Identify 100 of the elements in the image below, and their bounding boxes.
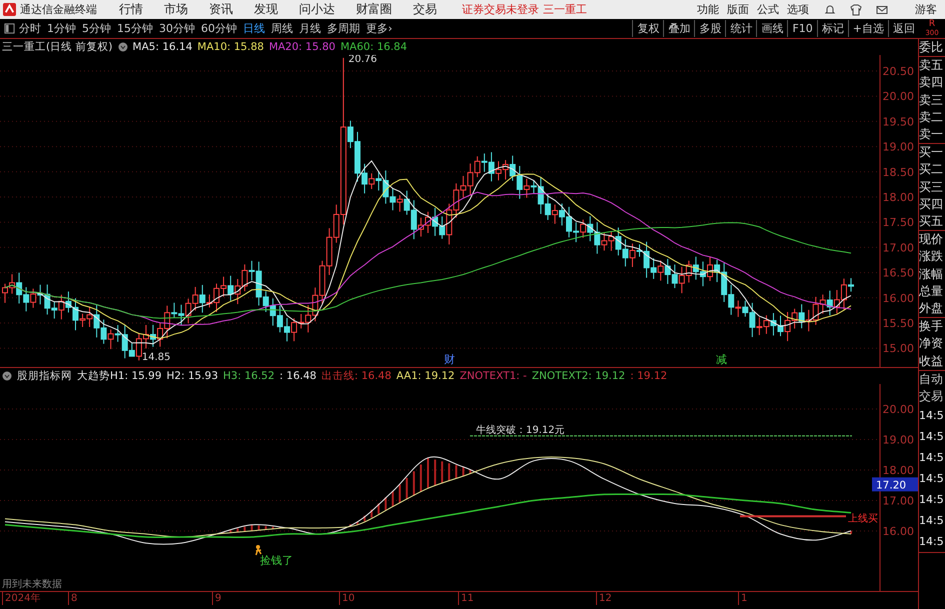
indicator-value: 大趋势H1: 15.99 <box>77 369 162 383</box>
value-tick: 16.00 <box>882 524 914 538</box>
trade-header: 自动 <box>919 370 944 388</box>
period-tab[interactable]: 日线 <box>243 21 265 36</box>
quote-field-label: 卖四 <box>919 74 944 92</box>
date-label: 9 <box>212 592 222 605</box>
date-label: 11 <box>458 592 474 605</box>
menu-item[interactable]: 行情 <box>119 1 143 18</box>
toolbar-button[interactable]: +自选 <box>848 20 888 37</box>
menu-item[interactable]: 市场 <box>164 1 188 18</box>
value-tick: 19.00 <box>882 433 914 446</box>
dropdown-icon[interactable] <box>118 42 128 52</box>
menu-item[interactable]: 发现 <box>254 1 278 18</box>
indicator-value: H2: 15.93 <box>166 370 218 382</box>
indicator-value: AA1: 19.12 <box>396 370 455 382</box>
toolbar-button[interactable]: 叠加 <box>663 20 694 37</box>
guest-user[interactable]: 游客 <box>915 2 937 17</box>
event-marker[interactable]: 减 <box>716 353 727 366</box>
indicator-value: : 16.48 <box>280 370 316 382</box>
moving-average-label: MA60: 16.84 <box>340 41 408 53</box>
price-tick: 19.00 <box>882 140 914 154</box>
low-price-label: 14.85 <box>142 352 171 363</box>
trade-time: 14:5 <box>919 408 945 424</box>
person-icon <box>255 545 262 556</box>
period-tab[interactable]: 多周期 <box>327 21 360 36</box>
period-tab[interactable]: 30分钟 <box>159 21 195 36</box>
date-label: 12 <box>596 592 612 605</box>
trade-time: 14:5 <box>919 534 945 550</box>
quote-field-label: 买四 <box>919 196 944 213</box>
price-tick: 18.00 <box>882 191 914 204</box>
breakthrough-label: 牛线突破：19.12元 <box>476 424 565 436</box>
quote-field-label: 卖五 <box>919 57 944 74</box>
price-tick: 20.00 <box>882 90 914 104</box>
period-tab[interactable]: 1分钟 <box>47 21 76 36</box>
period-tab[interactable]: 更多› <box>366 21 392 36</box>
value-tick: 20.00 <box>882 403 914 416</box>
indicator-value: ZNOTEXT2: 19.12 <box>532 370 626 382</box>
login-notice[interactable]: 证券交易未登录 <box>462 2 539 17</box>
period-tab[interactable]: 5分钟 <box>82 21 111 36</box>
indicator-value: : 19.12 <box>630 370 668 382</box>
menu-item[interactable]: 交易 <box>413 1 437 18</box>
toolbar-button[interactable]: 统计 <box>725 20 756 37</box>
menu-item[interactable]: 选项 <box>787 2 809 17</box>
value-tick: 18.00 <box>882 464 914 477</box>
moving-average-label: MA20: 15.80 <box>268 41 336 53</box>
toolbar-button[interactable]: 画线 <box>756 20 788 37</box>
value-tick: 17.00 <box>882 494 914 508</box>
bell-icon[interactable] <box>824 4 836 16</box>
indicator-name: 股朋指标网 <box>17 369 72 383</box>
period-tab[interactable]: 分时 <box>19 21 41 36</box>
quote-field-label: 涨幅 <box>919 266 944 283</box>
date-label: 8 <box>68 592 78 605</box>
trade-time: 14:5 <box>919 471 945 488</box>
quote-field-label: 总量 <box>919 282 944 300</box>
trade-time: 14:5 <box>919 513 945 530</box>
period-tab[interactable]: 月线 <box>299 21 321 36</box>
quote-field-label: 净资 <box>919 335 944 352</box>
quote-field-label: 涨跌 <box>919 248 944 266</box>
menu-item[interactable]: 公式 <box>757 2 779 17</box>
indicator-value: 出击线: 16.48 <box>321 369 392 383</box>
menu-item[interactable]: 资讯 <box>209 1 233 18</box>
future-data-note: 用到未来数据 <box>2 579 62 590</box>
quote-field-label: 买一 <box>919 144 944 162</box>
moving-average-label: MA10: 15.88 <box>197 41 264 53</box>
dropdown-icon[interactable] <box>2 371 12 381</box>
price-tick: 16.50 <box>882 266 914 280</box>
price-tick: 17.00 <box>882 241 914 254</box>
price-tick: 19.50 <box>882 115 914 128</box>
date-label: 2024年 <box>2 592 40 605</box>
upper-line-label: 上线买 <box>848 513 878 524</box>
mail-icon[interactable] <box>876 4 888 16</box>
toolbar-button[interactable]: 标记 <box>816 20 848 37</box>
quote-field-label: 买三 <box>919 178 944 196</box>
quote-field-label: 买五 <box>919 213 944 230</box>
price-tick: 15.00 <box>882 342 914 356</box>
price-tick: 16.00 <box>882 292 914 305</box>
toolbar-button[interactable]: F10 <box>787 20 817 37</box>
shirt-icon[interactable] <box>850 4 862 16</box>
current-price-badge: 17.20 <box>872 477 918 492</box>
menu-item[interactable]: 财富圈 <box>356 1 392 18</box>
period-tab[interactable]: 周线 <box>271 21 293 36</box>
trade-time: 14:5 <box>919 450 945 466</box>
period-tab[interactable]: 15分钟 <box>117 21 153 36</box>
panel-toggle-icon[interactable] <box>4 23 15 34</box>
indicator-value: ZNOTEXT1: - <box>460 370 527 382</box>
event-marker[interactable]: 财 <box>444 353 455 366</box>
period-tab[interactable]: 60分钟 <box>201 21 237 36</box>
menu-item[interactable]: 问小达 <box>299 1 335 18</box>
price-tick: 17.50 <box>882 216 914 230</box>
logo-icon <box>3 3 16 16</box>
menu-item[interactable]: 版面 <box>727 2 749 17</box>
quote-field-label: 外盘 <box>919 300 944 318</box>
price-tick: 20.50 <box>882 65 914 78</box>
quote-field-label: 卖二 <box>919 108 944 126</box>
date-label: 1 <box>738 592 748 605</box>
toolbar-button[interactable]: 复权 <box>632 20 664 37</box>
toolbar-button[interactable]: 返回 <box>888 20 919 37</box>
stock-name: 三一重工 <box>543 2 587 17</box>
menu-item[interactable]: 功能 <box>697 2 719 17</box>
toolbar-button[interactable]: 多股 <box>694 20 726 37</box>
